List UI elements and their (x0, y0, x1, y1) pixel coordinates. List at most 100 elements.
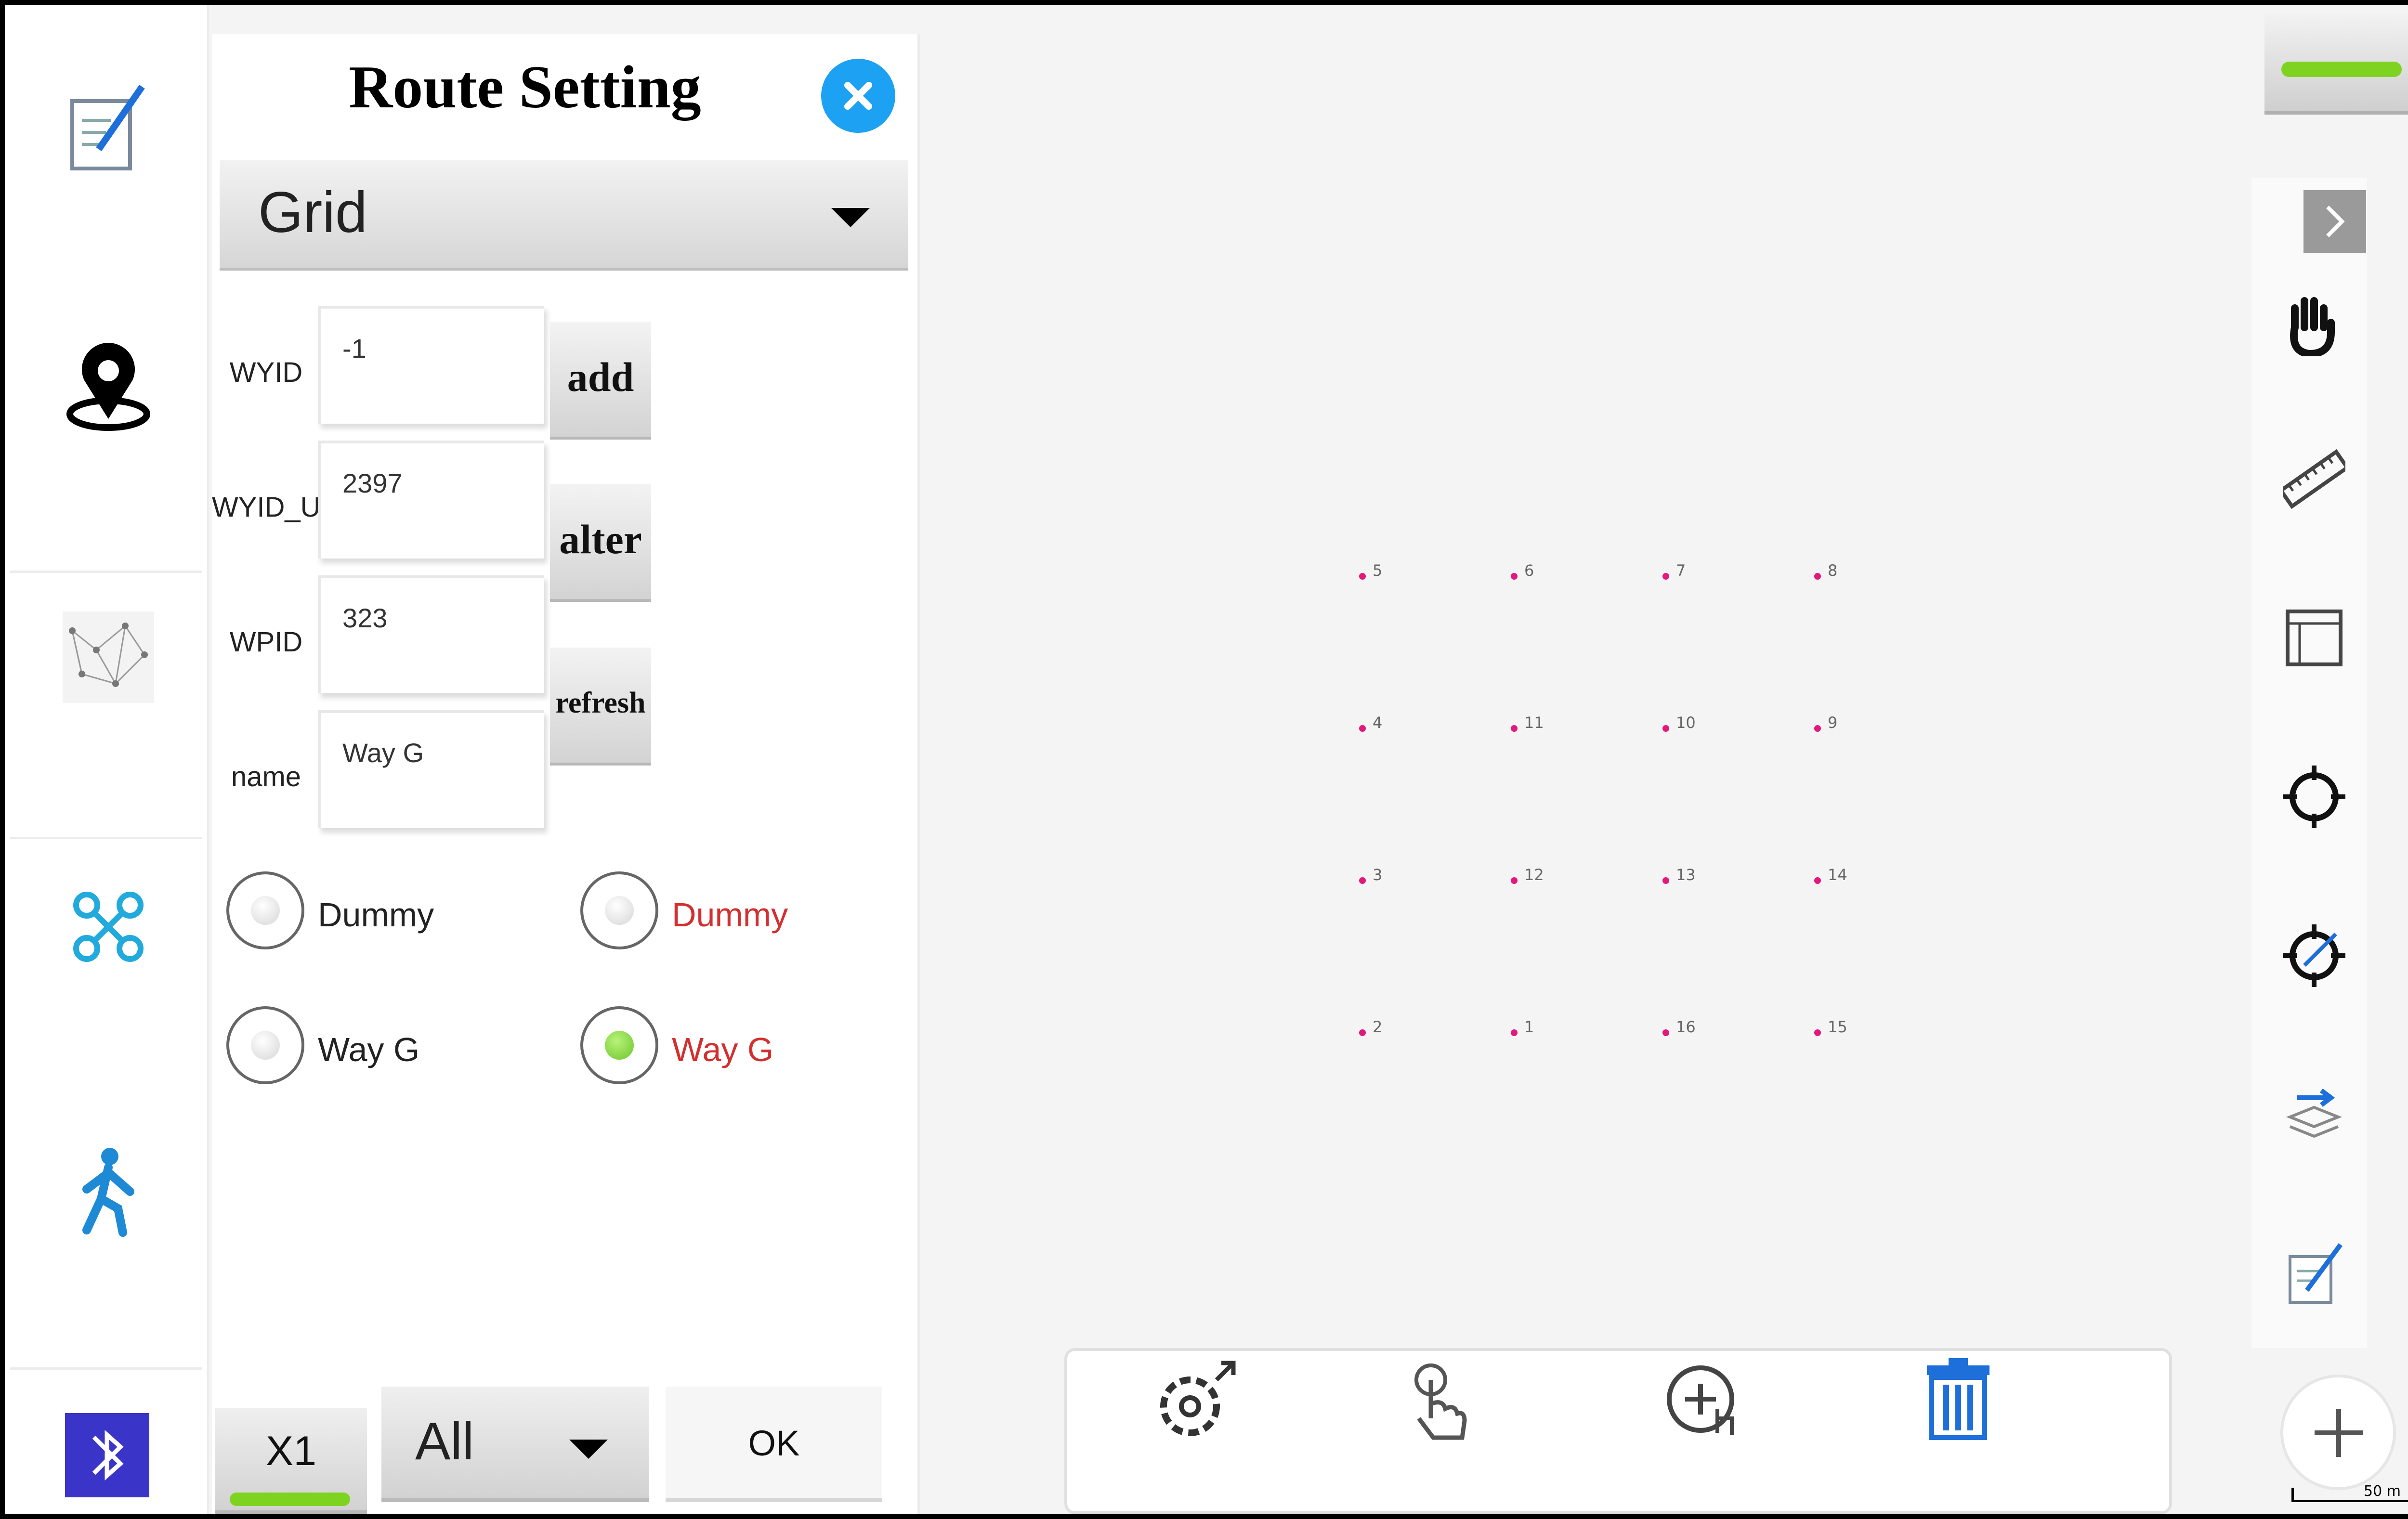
expand-button[interactable] (2303, 190, 2366, 253)
filter-dropdown[interactable]: All (381, 1387, 649, 1502)
waypoint-marker[interactable] (1662, 877, 1669, 884)
waypoint-label: 14 (1828, 866, 1847, 884)
radio-dummy-right[interactable] (580, 871, 658, 949)
left-nav (5, 5, 209, 1514)
drone-icon[interactable] (72, 891, 144, 963)
ok-button[interactable]: OK (666, 1387, 882, 1502)
radio-label: Dummy (672, 896, 788, 934)
waypoint-label: 4 (1373, 714, 1383, 732)
panel-bottom-bar: X1 All OK (213, 1382, 916, 1514)
waypoint-marker[interactable] (1359, 1029, 1366, 1036)
touch-icon[interactable] (1404, 1361, 1472, 1442)
map-canvas[interactable]: 5 6 7 8 4 11 10 9 3 12 13 14 2 1 16 15 (920, 5, 2259, 1514)
scale-label: 50 m (2364, 1483, 2401, 1500)
filter-value: All (415, 1412, 474, 1471)
waypoint-label: 5 (1373, 561, 1383, 580)
radio-label: Way G (318, 1031, 420, 1068)
speed-label: X1 (265, 1428, 317, 1474)
walking-person-icon[interactable] (72, 1146, 144, 1237)
active-indicator (230, 1493, 350, 1506)
crosshair-icon[interactable] (2283, 766, 2345, 828)
radio-dummy-left[interactable] (226, 871, 304, 949)
layers-export-icon[interactable] (2283, 1083, 2345, 1146)
delete-icon[interactable] (1922, 1356, 1994, 1440)
hand-pan-icon[interactable] (2285, 294, 2338, 356)
top-right-button[interactable] (2264, 13, 2408, 115)
add-point-icon[interactable] (1664, 1365, 1746, 1438)
waypoint-marker[interactable] (1814, 1029, 1821, 1036)
waypoint-marker[interactable] (1662, 725, 1669, 732)
network-map-icon[interactable] (63, 611, 154, 703)
name-value: Way G (342, 738, 424, 768)
waypoint-marker[interactable] (1662, 573, 1669, 580)
wyid-input[interactable]: -1 (318, 306, 544, 424)
close-icon (844, 82, 872, 110)
map-toolbar (1064, 1348, 2172, 1514)
radio-label: Dummy (318, 896, 434, 934)
waypoint-marker[interactable] (1359, 573, 1366, 580)
waypoint-label: 3 (1373, 866, 1383, 884)
field-label-wpid: WPID (229, 626, 303, 658)
waypoint-label: 10 (1676, 714, 1696, 732)
waypoint-marker[interactable] (1359, 725, 1366, 732)
settings-icon[interactable] (1149, 1356, 1241, 1447)
waypoint-label: 1 (1524, 1018, 1534, 1036)
route-type-value: Grid (258, 180, 367, 245)
waypoint-label: 7 (1676, 561, 1686, 580)
wpid-input[interactable]: 323 (318, 575, 544, 693)
waypoint-label: 16 (1676, 1018, 1696, 1036)
radio-label: Way G (672, 1031, 774, 1068)
edit-note-icon[interactable] (2283, 1242, 2345, 1305)
waypoint-marker[interactable] (1662, 1029, 1669, 1036)
refresh-button[interactable]: refresh (550, 648, 651, 766)
speed-button[interactable]: X1 (215, 1408, 367, 1514)
wyid-u-input[interactable]: 2397 (318, 441, 544, 558)
right-toolbar (2251, 178, 2367, 1348)
zoom-in-icon (2315, 1409, 2363, 1457)
radio-way-g-left[interactable] (226, 1006, 304, 1084)
alter-button[interactable]: alter (550, 484, 651, 602)
wpid-value: 323 (342, 603, 388, 633)
waypoint-label: 13 (1676, 866, 1696, 884)
route-setting-panel: Route Setting Grid WYID -1 WYID_U 2397 W… (212, 34, 920, 1514)
field-label-name: name (231, 761, 301, 792)
wyid-value: -1 (342, 333, 366, 364)
waypoint-marker[interactable] (1814, 573, 1821, 580)
frame-icon[interactable] (2283, 607, 2345, 669)
waypoint-marker[interactable] (1511, 725, 1518, 732)
waypoint-marker[interactable] (1814, 877, 1821, 884)
bluetooth-icon[interactable] (65, 1413, 149, 1497)
waypoint-marker[interactable] (1511, 877, 1518, 884)
panel-title: Route Setting (349, 54, 701, 121)
name-input[interactable]: Way G (318, 710, 544, 828)
waypoint-marker[interactable] (1511, 1029, 1518, 1036)
close-button[interactable] (821, 59, 895, 133)
waypoint-marker[interactable] (1511, 573, 1518, 580)
chevron-down-icon (831, 208, 870, 227)
route-type-dropdown[interactable]: Grid (220, 160, 908, 271)
waypoint-marker[interactable] (1359, 877, 1366, 884)
field-label-wyid-u: WYID_U (212, 492, 321, 523)
waypoint-label: 2 (1373, 1018, 1383, 1036)
waypoint-label: 8 (1828, 561, 1838, 580)
wyid-u-value: 2397 (342, 468, 403, 498)
chevron-right-icon (2326, 206, 2345, 237)
app-screen: Route Setting Grid WYID -1 WYID_U 2397 W… (0, 0, 2408, 1519)
zoom-in-button[interactable] (2280, 1375, 2396, 1490)
active-indicator (2281, 62, 2402, 77)
ok-label: OK (748, 1423, 800, 1463)
waypoint-marker[interactable] (1814, 725, 1821, 732)
edit-note-icon[interactable] (65, 82, 152, 173)
crosshair-edit-icon[interactable] (2283, 924, 2345, 987)
location-pin-icon[interactable] (63, 342, 154, 433)
chevron-down-icon (569, 1440, 608, 1459)
waypoint-label: 9 (1828, 714, 1838, 732)
waypoint-label: 6 (1524, 561, 1534, 580)
waypoint-label: 12 (1524, 866, 1544, 884)
waypoint-label: 11 (1524, 714, 1544, 732)
field-label-wyid: WYID (229, 357, 303, 388)
waypoint-label: 15 (1828, 1018, 1847, 1036)
add-button[interactable]: add (550, 322, 651, 440)
radio-way-g-right[interactable] (580, 1006, 658, 1084)
ruler-icon[interactable] (2283, 448, 2345, 510)
